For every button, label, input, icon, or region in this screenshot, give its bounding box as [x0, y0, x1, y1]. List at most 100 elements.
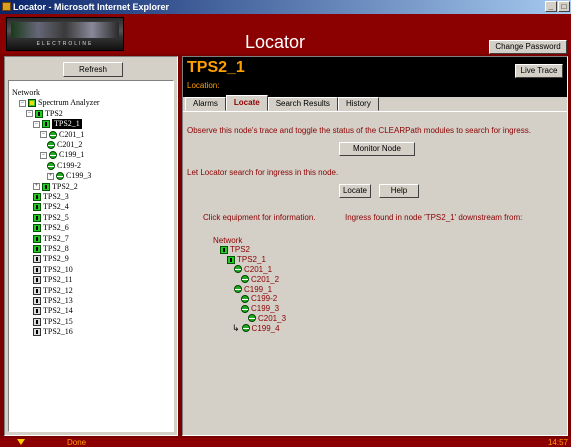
window-title: Locator - Microsoft Internet Explorer [13, 2, 170, 12]
observe-instructions: Observe this node's trace and toggle the… [187, 126, 531, 135]
status-time: 14:57 [547, 438, 568, 447]
tree-item[interactable]: − Spectrum Analyzer [19, 98, 100, 108]
tree-item[interactable]: TPS2_4 [33, 202, 69, 212]
refresh-button[interactable]: Refresh [63, 62, 123, 77]
click-info-text: Click equipment for information. [203, 213, 316, 222]
tab-search-results[interactable]: Search Results [267, 97, 338, 111]
ie-app-icon [2, 2, 11, 11]
tree-item-label: C201_2 [57, 140, 83, 149]
trace-item[interactable]: C201_2 [241, 274, 279, 284]
expand-icon[interactable]: + [33, 183, 40, 191]
trace-item-label: C199_1 [244, 284, 273, 294]
trace-item-label: TPS2_1 [237, 255, 266, 265]
tree-item[interactable]: − TPS2_1 [33, 119, 82, 130]
tree-item[interactable]: C199-2 [47, 161, 81, 171]
help-button[interactable]: Help [379, 184, 419, 198]
tree-item[interactable]: TPS2_16 [33, 327, 73, 337]
maximize-button[interactable]: □ [558, 1, 570, 12]
tree-item[interactable]: C201_2 [47, 140, 82, 150]
live-trace-button[interactable]: Live Trace [515, 64, 563, 78]
minimize-button[interactable]: _ [545, 1, 557, 12]
tree-item[interactable]: + TPS2_2 [33, 182, 78, 192]
node-icon [33, 317, 41, 326]
collapse-icon[interactable]: − [40, 131, 47, 139]
locate-button[interactable]: Locate [339, 184, 371, 198]
network-tree[interactable]: Network − Spectrum Analyzer − TPS2− TPS2_1− C2… [8, 80, 174, 432]
tab-alarms[interactable]: Alarms [185, 97, 226, 111]
node-icon [42, 182, 50, 191]
tree-item-label: TPS2_4 [43, 202, 69, 212]
collapse-icon[interactable]: − [19, 99, 26, 107]
tree-item[interactable]: + C199_3 [47, 171, 91, 181]
amplifier-icon [241, 324, 250, 333]
trace-item[interactable]: C201_1 [234, 264, 272, 274]
tree-item-label: TPS2_15 [43, 316, 73, 326]
tree-item[interactable]: TPS2_5 [33, 213, 69, 223]
trace-item-label: C201_1 [244, 264, 273, 274]
trace-item[interactable]: C199_1 [234, 284, 272, 294]
tree-item[interactable]: − TPS2 [26, 109, 63, 119]
tree-item[interactable]: Network [12, 88, 40, 98]
tree-item[interactable]: TPS2_6 [33, 223, 69, 233]
trace-item[interactable]: TPS2_1 [227, 255, 266, 265]
locate-tab-content: Observe this node's trace and toggle the… [183, 111, 567, 435]
trace-item-label: C199_4 [251, 323, 280, 333]
tree-item-label: TPS2_11 [43, 275, 73, 285]
trace-item[interactable]: ↳ C199_4 [232, 323, 280, 333]
tree-item[interactable]: TPS2_9 [33, 254, 69, 264]
amplifier-icon [248, 314, 256, 323]
trace-item[interactable]: C199_3 [241, 304, 279, 314]
tree-item-label: C199_3 [66, 171, 92, 181]
node-header: TPS2_1 Location: Live Trace [183, 57, 567, 97]
tree-item[interactable]: TPS2_10 [33, 265, 73, 275]
amplifier-icon [49, 151, 57, 160]
tree-item[interactable]: − C199_1 [40, 150, 84, 160]
node-icon [220, 245, 228, 254]
tree-item-label: Network [12, 88, 40, 97]
tree-item-label: Spectrum Analyzer [38, 98, 100, 108]
tab-history[interactable]: History [337, 97, 379, 111]
tab-bar: Alarms Locate Search Results History [185, 95, 379, 111]
tab-locate[interactable]: Locate [225, 95, 268, 111]
tree-item[interactable]: TPS2_14 [33, 306, 73, 316]
tree-item[interactable]: TPS2_13 [33, 296, 73, 306]
amplifier-icon [234, 285, 242, 293]
collapse-icon[interactable]: − [40, 151, 47, 159]
electroline-logo: ELECTROLINE [6, 17, 124, 51]
node-icon [35, 109, 43, 118]
node-icon [33, 286, 41, 295]
tree-item[interactable]: TPS2_15 [33, 317, 73, 327]
title-bar: Locator - Microsoft Internet Explorer _ … [0, 0, 571, 14]
ingress-arrow-icon: ↳ [232, 322, 240, 333]
amplifier-icon [49, 130, 57, 139]
tree-item-label: TPS2_16 [43, 327, 73, 337]
amplifier-icon [234, 265, 242, 274]
node-detail-pane: TPS2_1 Location: Live Trace Alarms Locate… [182, 56, 568, 436]
tree-item-label: TPS2_8 [43, 244, 69, 253]
page-title: Locator [245, 32, 306, 52]
amplifier-icon [47, 161, 55, 170]
monitor-node-button[interactable]: Monitor Node [339, 142, 415, 156]
tree-item-label: TPS2 [45, 108, 63, 118]
collapse-icon[interactable]: − [33, 120, 40, 128]
status-page-icon [17, 439, 25, 445]
tree-item[interactable]: − C201_1 [40, 130, 84, 140]
trace-item[interactable]: C201_3 [248, 313, 286, 323]
tree-item-label: TPS2_14 [43, 306, 73, 316]
node-icon [33, 213, 41, 222]
tree-item[interactable]: TPS2_11 [33, 275, 73, 285]
tree-item[interactable]: TPS2_8 [33, 244, 69, 254]
tree-item[interactable]: TPS2_7 [33, 234, 69, 244]
tree-item[interactable]: TPS2_12 [33, 286, 73, 296]
locate-instructions: Let Locator search for ingress in this n… [187, 168, 339, 177]
change-password-button[interactable]: Change Password [489, 40, 567, 54]
expand-icon[interactable]: + [47, 172, 54, 180]
amplifier-icon [241, 294, 249, 303]
node-icon [42, 120, 50, 129]
ingress-found-text: Ingress found in node 'TPS2_1' downstrea… [345, 213, 523, 222]
trace-item[interactable]: Network [213, 235, 242, 245]
trace-item[interactable]: C199-2 [241, 294, 277, 304]
tree-item[interactable]: TPS2_3 [33, 192, 69, 202]
collapse-icon[interactable]: − [26, 110, 33, 118]
trace-item[interactable]: TPS2 [220, 245, 250, 255]
